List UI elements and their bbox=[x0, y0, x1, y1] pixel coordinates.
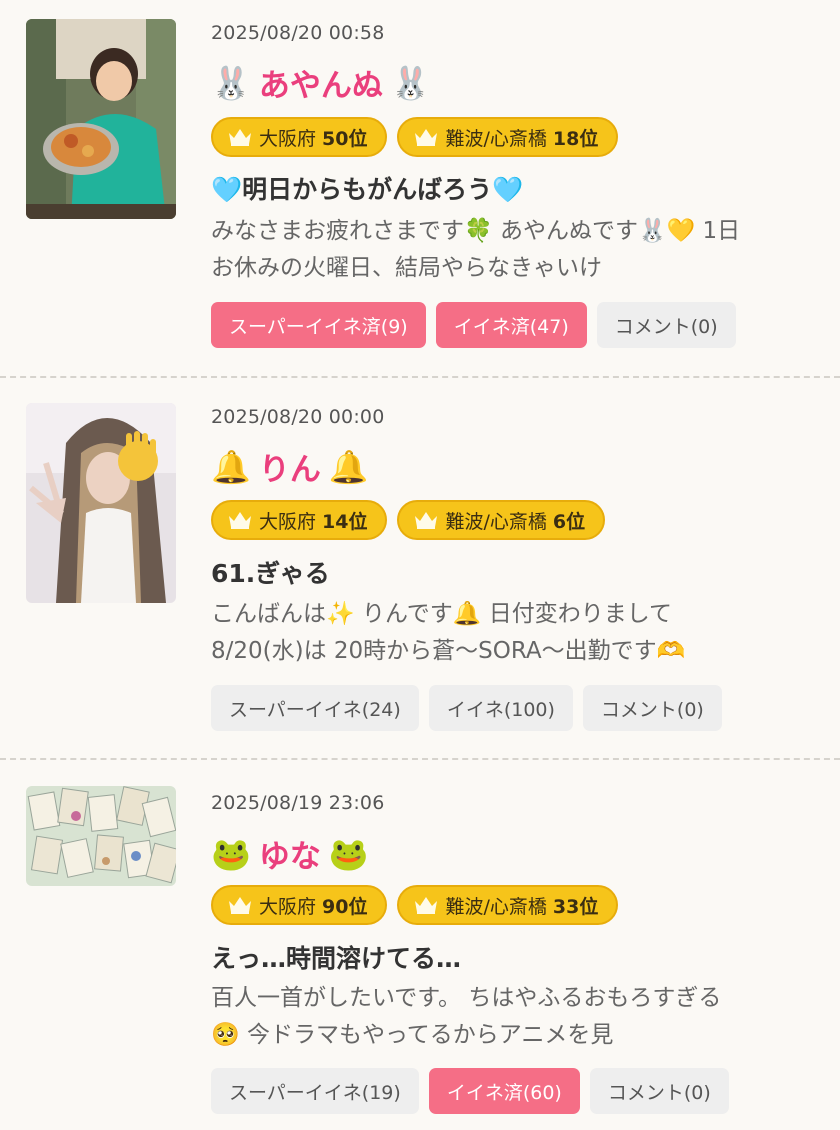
author-name-row[interactable]: 🔔 りん 🔔 bbox=[211, 444, 369, 489]
post-card[interactable]: 2025/08/19 23:06 🐸 ゆな 🐸 大阪府 90位 難波/心斎橋 3… bbox=[0, 760, 840, 1130]
author-name-row[interactable]: 🐰 あやんぬ 🐰 bbox=[211, 60, 431, 105]
post-excerpt[interactable]: みなさまお疲れさまです🍀 あやんぬです🐰💛 1日 お休みの火曜日、結局やらなきゃ… bbox=[211, 213, 821, 287]
author-name[interactable]: りん bbox=[259, 444, 321, 489]
like-button[interactable]: イイネ済(47) bbox=[435, 302, 587, 348]
badge-rank: 50位 bbox=[322, 127, 368, 150]
ranking-badge-prefecture[interactable]: 大阪府 90位 bbox=[211, 885, 388, 925]
post-date: 2025/08/19 23:06 bbox=[211, 792, 385, 814]
post-thumbnail[interactable] bbox=[26, 19, 176, 219]
ranking-badges: 大阪府 14位 難波/心斎橋 6位 bbox=[211, 500, 606, 540]
badge-rank: 33位 bbox=[552, 895, 599, 918]
post-date: 2025/08/20 00:00 bbox=[211, 406, 385, 428]
badge-label: 難波/心斎橋 bbox=[445, 127, 547, 150]
ranking-badge-area[interactable]: 難波/心斎橋 6位 bbox=[397, 500, 606, 540]
post-date: 2025/08/20 00:58 bbox=[211, 22, 385, 44]
super-like-button[interactable]: スーパーイイネ(24) bbox=[211, 685, 419, 731]
like-button[interactable]: イイネ済(60) bbox=[428, 1068, 580, 1114]
thumbnail-photo bbox=[26, 19, 176, 219]
ranking-badges: 大阪府 50位 難波/心斎橋 18位 bbox=[211, 117, 619, 157]
post-actions: スーパーイイネ済(9) イイネ済(47) コメント(0) bbox=[211, 302, 736, 348]
badge-rank: 14位 bbox=[322, 510, 368, 533]
bell-icon: 🔔 bbox=[211, 447, 251, 486]
badge-label: 大阪府 bbox=[259, 895, 317, 918]
comment-button[interactable]: コメント(0) bbox=[582, 685, 722, 731]
excerpt-line: 8/20(水)は 20時から蒼〜SORA〜出勤です🫶 bbox=[211, 638, 686, 664]
crown-icon bbox=[415, 129, 438, 146]
thumbnail-photo bbox=[26, 786, 176, 886]
ranking-badge-prefecture[interactable]: 大阪府 14位 bbox=[211, 500, 388, 540]
like-button[interactable]: イイネ(100) bbox=[428, 685, 573, 731]
badge-label: 難波/心斎橋 bbox=[445, 510, 547, 533]
crown-icon bbox=[415, 897, 438, 914]
frog-icon: 🐸 bbox=[328, 834, 369, 873]
post-title[interactable]: えっ…時間溶けてる… bbox=[211, 939, 461, 975]
post-card[interactable]: 2025/08/20 00:58 🐰 あやんぬ 🐰 大阪府 50位 難波/心斎橋… bbox=[0, 0, 840, 376]
post-title[interactable]: 61.ぎゃる bbox=[211, 554, 330, 590]
badge-label: 大阪府 bbox=[259, 510, 317, 533]
post-title[interactable]: 🩵明日からもがんばろう🩵 bbox=[211, 170, 523, 206]
bell-icon: 🔔 bbox=[328, 447, 369, 486]
comment-button[interactable]: コメント(0) bbox=[596, 302, 736, 348]
ranking-badge-area[interactable]: 難波/心斎橋 33位 bbox=[397, 885, 619, 925]
super-like-button[interactable]: スーパーイイネ済(9) bbox=[211, 302, 426, 348]
post-excerpt[interactable]: こんばんは✨ りんです🔔 日付変わりまして 8/20(水)は 20時から蒼〜SO… bbox=[211, 596, 821, 670]
badge-rank: 6位 bbox=[552, 510, 586, 533]
super-like-button[interactable]: スーパーイイネ(19) bbox=[211, 1068, 419, 1114]
badge-label: 大阪府 bbox=[259, 127, 317, 150]
crown-icon bbox=[415, 512, 438, 529]
comment-button[interactable]: コメント(0) bbox=[589, 1068, 729, 1114]
badge-rank: 18位 bbox=[552, 127, 599, 150]
frog-icon: 🐸 bbox=[211, 834, 251, 873]
author-name-row[interactable]: 🐸 ゆな 🐸 bbox=[211, 831, 369, 876]
ranking-badges: 大阪府 90位 難波/心斎橋 33位 bbox=[211, 885, 619, 925]
crown-icon bbox=[229, 129, 251, 146]
badge-label: 難波/心斎橋 bbox=[445, 895, 547, 918]
excerpt-line: 🥺 今ドラマもやってるからアニメを見 bbox=[211, 1022, 614, 1048]
post-actions: スーパーイイネ(19) イイネ済(60) コメント(0) bbox=[211, 1068, 729, 1114]
crown-icon bbox=[229, 897, 251, 914]
badge-rank: 90位 bbox=[322, 895, 368, 918]
excerpt-line: こんばんは✨ りんです🔔 日付変わりまして bbox=[211, 601, 673, 627]
post-actions: スーパーイイネ(24) イイネ(100) コメント(0) bbox=[211, 685, 722, 731]
rabbit-icon: 🐰 bbox=[390, 63, 431, 102]
post-card[interactable]: 2025/08/20 00:00 🔔 りん 🔔 大阪府 14位 難波/心斎橋 6… bbox=[0, 378, 840, 758]
excerpt-line: お休みの火曜日、結局やらなきゃいけ bbox=[211, 255, 602, 281]
rabbit-icon: 🐰 bbox=[211, 63, 251, 102]
post-thumbnail[interactable] bbox=[26, 786, 176, 886]
excerpt-line: みなさまお疲れさまです🍀 あやんぬです🐰💛 1日 bbox=[211, 218, 741, 244]
excerpt-line: 百人一首がしたいです。 ちはやふるおもろすぎる bbox=[211, 985, 722, 1011]
crown-icon bbox=[229, 512, 251, 529]
post-thumbnail[interactable] bbox=[26, 403, 176, 603]
post-excerpt[interactable]: 百人一首がしたいです。 ちはやふるおもろすぎる 🥺 今ドラマもやってるからアニメ… bbox=[211, 980, 821, 1054]
thumbnail-photo bbox=[26, 403, 176, 603]
author-name[interactable]: あやんぬ bbox=[259, 60, 383, 105]
ranking-badge-prefecture[interactable]: 大阪府 50位 bbox=[211, 117, 388, 157]
blog-feed: 2025/08/20 00:58 🐰 あやんぬ 🐰 大阪府 50位 難波/心斎橋… bbox=[0, 0, 840, 1130]
ranking-badge-area[interactable]: 難波/心斎橋 18位 bbox=[397, 117, 619, 157]
author-name[interactable]: ゆな bbox=[259, 831, 321, 876]
